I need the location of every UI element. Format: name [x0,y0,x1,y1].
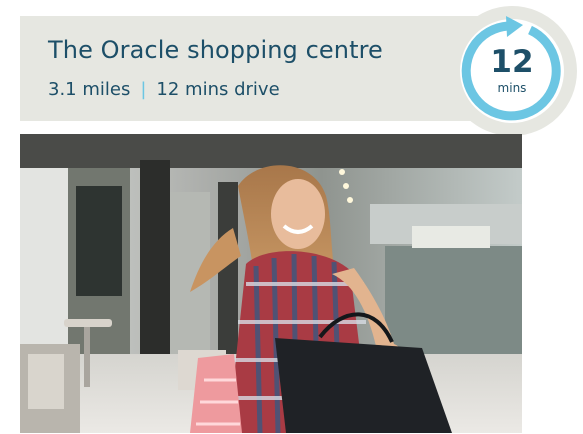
badge-minutes-value: 12 [490,44,534,80]
details-separator: | [140,79,147,100]
location-title: The Oracle shopping centre [48,36,383,64]
location-card: The Oracle shopping centre 3.1 miles | 12 … [0,0,583,434]
location-details: 3.1 miles | 12 mins drive [48,79,280,100]
header-panel [20,16,498,121]
shopping-centre-photo [20,134,522,433]
drive-time-badge: 12 mins [447,6,577,136]
distance-text: 3.1 miles [48,79,131,100]
woman-with-shopping-bags-image [20,134,522,433]
badge-minutes-unit: mins [497,81,527,95]
drive-time-text: 12 mins drive [156,79,280,100]
